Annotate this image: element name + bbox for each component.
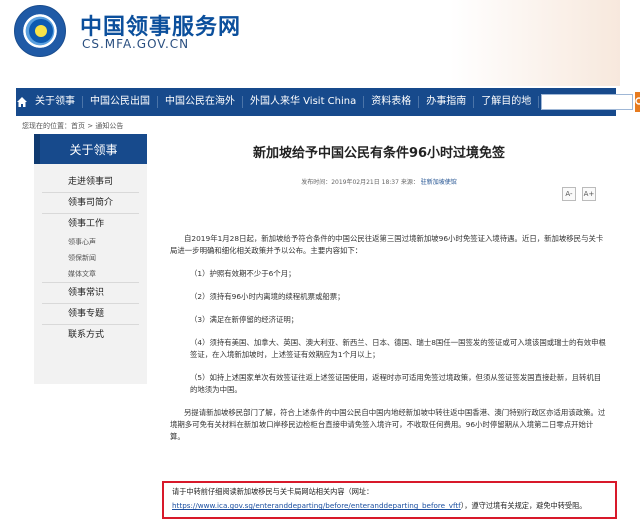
- article-meta: 发布时间：2019年02月21日 18:37 来源： 驻新加坡使馆: [154, 177, 604, 186]
- sidebar-item[interactable]: 领事专题: [34, 304, 147, 324]
- nav-item-going-abroad[interactable]: 中国公民出国: [83, 96, 158, 108]
- sidebar-subitem[interactable]: 媒体文章: [34, 266, 147, 282]
- condition-item: （5）如持上述国家单次有效签证往返上述签证国使用，返程时亦可适用免签过境政策，但…: [190, 373, 602, 394]
- condition-item: （2）须持有96小时内离境的续程机票或船票；: [190, 292, 345, 301]
- notice-text: 请于中转前仔细阅读新加坡移民与关卡局网站相关内容（网址：: [172, 487, 374, 496]
- site-domain: CS.MFA.GOV.CN: [82, 37, 190, 51]
- sidebar-item[interactable]: 联系方式: [34, 325, 147, 345]
- search-icon[interactable]: [635, 92, 640, 112]
- sidebar-subitem[interactable]: 领保新闻: [34, 250, 147, 266]
- nav-item-destination[interactable]: 了解目的地: [474, 96, 540, 108]
- notice-tail: ），遵守过境有关规定，避免中转受阻。: [460, 501, 587, 510]
- paragraph: 另提请新加坡移民部门了解，符合上述条件的中国公民自中国内地经新加坡中转往返中国香…: [170, 408, 606, 441]
- sidebar-item[interactable]: 走进领事司: [34, 172, 147, 192]
- condition-item: （4）须持有美国、加拿大、英国、澳大利亚、新西兰、日本、德国、瑞士8国任一国签发…: [190, 338, 606, 359]
- sidebar-subitem[interactable]: 领事心声: [34, 234, 147, 250]
- home-icon[interactable]: [16, 88, 28, 116]
- sidebar: 关于领事 走进领事司 领事司简介 领事工作 领事心声 领保新闻 媒体文章 领事常…: [34, 134, 147, 384]
- font-larger-button[interactable]: A+: [582, 187, 596, 201]
- sidebar-title[interactable]: 关于领事: [34, 134, 147, 164]
- nav-item-about[interactable]: 关于领事: [28, 96, 83, 108]
- font-smaller-button[interactable]: A-: [562, 187, 576, 201]
- condition-item: （3）满足在新停留的经济证明；: [190, 315, 299, 324]
- breadcrumb: 您现在的位置：首页 > 通知公告: [22, 122, 124, 130]
- nav-item-guide[interactable]: 办事指南: [419, 96, 475, 108]
- ica-website-link[interactable]: https://www.ica.gov.sg/enteranddeparting…: [172, 501, 461, 510]
- sidebar-item[interactable]: 领事司简介: [34, 193, 147, 213]
- search-input[interactable]: [541, 94, 634, 110]
- notice-box: 请于中转前仔细阅读新加坡移民与关卡局网站相关内容（网址： https://www…: [162, 481, 617, 519]
- nav-item-overseas[interactable]: 中国公民在海外: [158, 96, 243, 108]
- sidebar-item[interactable]: 领事常识: [34, 283, 147, 303]
- paragraph: 自2019年1月28日起，新加坡给予符合条件的中国公民往返第三国过境新加坡96小…: [170, 234, 604, 255]
- nav-item-forms[interactable]: 资料表格: [364, 96, 420, 108]
- consular-emblem-logo[interactable]: [14, 5, 66, 57]
- sidebar-item[interactable]: 领事工作: [34, 214, 147, 234]
- publish-date: 发布时间：2019年02月21日 18:37 来源：: [301, 179, 419, 186]
- nav-item-visit-china[interactable]: 外国人来华 Visit China: [243, 96, 365, 108]
- article-source-link[interactable]: 驻新加坡使馆: [421, 179, 457, 186]
- site-header: 中国领事服务网 CS.MFA.GOV.CN: [0, 0, 640, 86]
- condition-item: （1）护照有效期不少于6个月；: [190, 269, 296, 278]
- article-body: 自2019年1月28日起，新加坡给予符合条件的中国公民往返第三国过境新加坡96小…: [170, 233, 608, 454]
- main-nav: 关于领事 中国公民出国 中国公民在海外 外国人来华 Visit China 资料…: [16, 88, 640, 116]
- article-title: 新加坡给予中国公民有条件96小时过境免签: [252, 146, 506, 161]
- header-decoration: [450, 0, 620, 86]
